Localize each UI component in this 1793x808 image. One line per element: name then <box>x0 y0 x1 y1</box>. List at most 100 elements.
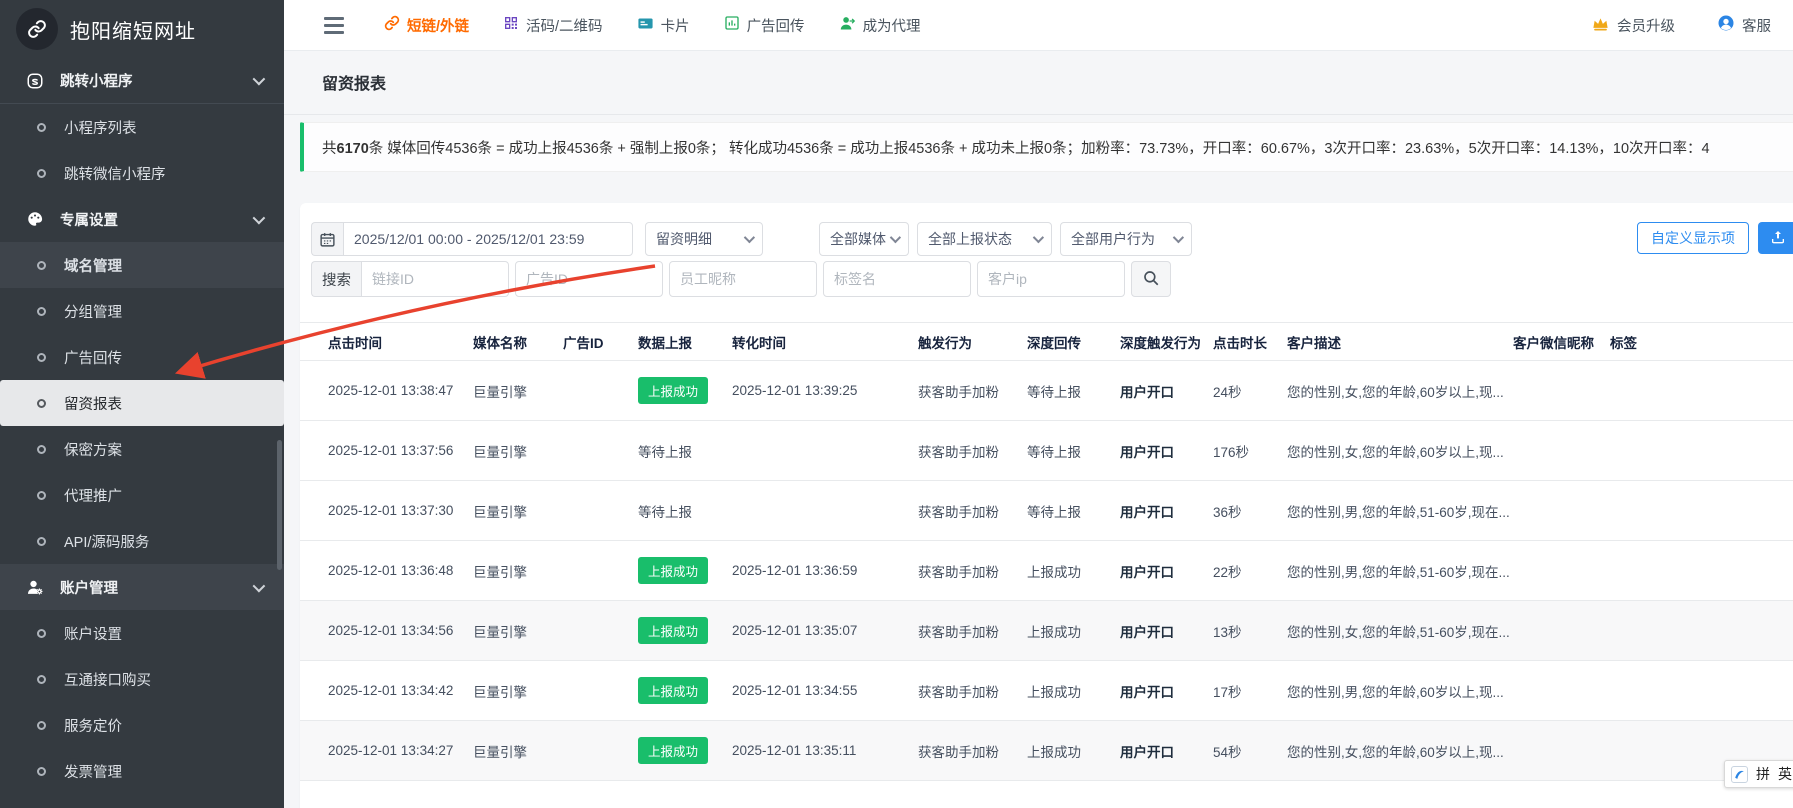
staff-nickname-input[interactable] <box>669 261 817 297</box>
table-row: 2025-12-01 13:34:56 巨量引擎 上报成功 2025-12-01… <box>300 601 1793 661</box>
top-navbar: 短链/外链 活码/二维码 卡片 广告回传 成为代理 <box>284 0 1793 51</box>
ime-indicator[interactable]: 拼 英 <box>1724 760 1793 788</box>
cell-report-status: 等待上报 <box>638 481 732 541</box>
status-badge: 等待上报 <box>638 441 692 461</box>
ime-icon <box>1731 766 1748 783</box>
nav-member-upgrade[interactable]: 会员升级 <box>1591 14 1675 37</box>
chevron-down-icon <box>1033 232 1044 243</box>
card-icon <box>637 15 654 36</box>
bullet-circle-icon <box>30 353 52 362</box>
divider <box>284 114 1793 115</box>
sidebar-item-jump-miniapp[interactable]: 跳转小程序 <box>0 58 284 104</box>
nav-tab-short-link[interactable]: 短链/外链 <box>384 15 469 36</box>
bullet-circle-icon <box>30 767 52 776</box>
search-label: 搜索 <box>311 261 361 297</box>
sidebar-item-jump-wechat-miniapp[interactable]: 跳转微信小程序 <box>0 150 284 196</box>
nav-tab-ad-callback[interactable]: 广告回传 <box>724 15 805 36</box>
nav-tab-become-agent[interactable]: 成为代理 <box>839 15 921 36</box>
link-icon <box>384 15 400 35</box>
ad-id-input[interactable] <box>515 261 663 297</box>
app-window: 抱阳缩短网址 跳转小程序 小程序列表 跳转微信小程序 专属设置 域名 <box>0 0 1793 808</box>
brand-logo-link-icon <box>16 8 58 50</box>
nav-tab-card[interactable]: 卡片 <box>637 15 690 36</box>
ime-pinyin-label: 拼 <box>1756 764 1770 784</box>
status-badge: 上报成功 <box>638 617 708 644</box>
calendar-icon[interactable] <box>311 222 343 256</box>
table-row: 2025-12-01 13:34:42 巨量引擎 上报成功 2025-12-01… <box>300 661 1793 721</box>
media-select[interactable]: 全部媒体 <box>819 222 909 256</box>
qr-code-icon <box>503 15 519 35</box>
filter-row: 留资明细 全部媒体 全部上报状态 全部用户行为 <box>311 222 1192 256</box>
report-status-select[interactable]: 全部上报状态 <box>917 222 1052 256</box>
table-row: 2025-12-01 13:37:56 巨量引擎 等待上报 获客助手加粉 等待上… <box>300 421 1793 481</box>
status-badge: 等待上报 <box>638 501 692 521</box>
ad-callback-icon <box>724 15 740 35</box>
main-content: 留资报表 共6170条 媒体回传4536条 = 成功上报4536条 + 强制上报… <box>284 51 1793 808</box>
palette-icon <box>24 210 46 228</box>
sidebar-item-api-service[interactable]: API/源码服务 <box>0 518 284 564</box>
nav-tab-qr-code[interactable]: 活码/二维码 <box>503 15 603 36</box>
sidebar-item-exclusive-settings[interactable]: 专属设置 <box>0 196 284 242</box>
status-badge: 上报成功 <box>638 737 708 764</box>
bullet-circle-icon <box>30 491 52 500</box>
sidebar-item-domain-management[interactable]: 域名管理 <box>0 242 284 288</box>
export-upload-icon <box>1770 229 1786 248</box>
bullet-circle-icon <box>30 721 52 730</box>
sidebar-item-miniapp-list[interactable]: 小程序列表 <box>0 104 284 150</box>
table-row: 2025-12-01 13:34:27 巨量引擎 上报成功 2025-12-01… <box>300 721 1793 781</box>
sidebar: 抱阳缩短网址 跳转小程序 小程序列表 跳转微信小程序 专属设置 域名 <box>0 0 284 808</box>
report-type-select[interactable]: 留资明细 <box>645 222 763 256</box>
sidebar-item-service-pricing[interactable]: 服务定价 <box>0 702 284 748</box>
sidebar-item-ad-callback[interactable]: 广告回传 <box>0 334 284 380</box>
status-badge: 上报成功 <box>638 377 708 404</box>
export-button[interactable]: 导出 <box>1758 222 1793 254</box>
bullet-circle-icon <box>30 675 52 684</box>
table-row: 2025-12-01 13:37:30 巨量引擎 等待上报 获客助手加粉 等待上… <box>300 481 1793 541</box>
chevron-down-icon <box>253 73 266 86</box>
sidebar-item-agent-promotion[interactable]: 代理推广 <box>0 472 284 518</box>
bullet-circle-icon <box>30 307 52 316</box>
table-header-row: 点击时间 媒体名称 广告ID 数据上报 转化时间 触发行为 深度回传 深度触发行… <box>300 323 1793 361</box>
lead-report-table: 点击时间 媒体名称 广告ID 数据上报 转化时间 触发行为 深度回传 深度触发行… <box>300 322 1793 781</box>
cell-report-status: 上报成功 <box>638 721 732 781</box>
sidebar-item-account-settings[interactable]: 账户设置 <box>0 610 284 656</box>
sidebar-item-funds-detail[interactable]: 资金明细 <box>0 794 284 808</box>
table-row: 2025-12-01 13:38:47 巨量引擎 上报成功 2025-12-01… <box>300 361 1793 421</box>
hamburger-menu-icon[interactable] <box>324 17 344 34</box>
user-behavior-select[interactable]: 全部用户行为 <box>1060 222 1192 256</box>
sidebar-item-group-management[interactable]: 分组管理 <box>0 288 284 334</box>
cell-report-status: 上报成功 <box>638 601 732 661</box>
bullet-circle-icon <box>30 261 52 270</box>
cell-report-status: 等待上报 <box>638 421 732 481</box>
headset-person-icon <box>1717 14 1735 36</box>
crown-icon <box>1591 14 1610 37</box>
stats-detail: 媒体回传4536条 = 成功上报4536条 + 强制上报0条； 转化成功4536… <box>383 141 1709 157</box>
sidebar-item-invoice-management[interactable]: 发票管理 <box>0 748 284 794</box>
page-title: 留资报表 <box>322 70 386 94</box>
client-ip-input[interactable] <box>977 261 1125 297</box>
stats-summary-bar: 共6170条 媒体回传4536条 = 成功上报4536条 + 强制上报0条； 转… <box>300 122 1793 172</box>
cell-report-status: 上报成功 <box>638 661 732 721</box>
table-row: 2025-12-01 13:36:48 巨量引擎 上报成功 2025-12-01… <box>300 541 1793 601</box>
status-badge: 上报成功 <box>638 677 708 704</box>
report-card: 留资明细 全部媒体 全部上报状态 全部用户行为 自定义显示项 <box>300 203 1793 808</box>
bullet-circle-icon <box>30 123 52 132</box>
bullet-circle-icon <box>30 169 52 178</box>
bullet-circle-icon <box>30 537 52 546</box>
sidebar-item-account-management[interactable]: 账户管理 <box>0 564 284 610</box>
customize-columns-button[interactable]: 自定义显示项 <box>1637 222 1749 254</box>
search-icon <box>1142 269 1160 290</box>
cell-report-status: 上报成功 <box>638 541 732 601</box>
search-row: 搜索 <box>311 261 1171 297</box>
chevron-down-icon <box>890 232 901 243</box>
sidebar-item-privacy-plan[interactable]: 保密方案 <box>0 426 284 472</box>
search-button[interactable] <box>1131 261 1171 297</box>
date-range-input[interactable] <box>343 222 633 256</box>
cell-report-status: 上报成功 <box>638 361 732 421</box>
sidebar-item-interconnect-purchase[interactable]: 互通接口购买 <box>0 656 284 702</box>
sidebar-item-lead-report[interactable]: 留资报表 <box>0 380 284 426</box>
nav-customer-service[interactable]: 客服 <box>1717 14 1771 36</box>
link-id-input[interactable] <box>361 261 509 297</box>
sidebar-scrollbar[interactable] <box>277 440 282 570</box>
tag-name-input[interactable] <box>823 261 971 297</box>
